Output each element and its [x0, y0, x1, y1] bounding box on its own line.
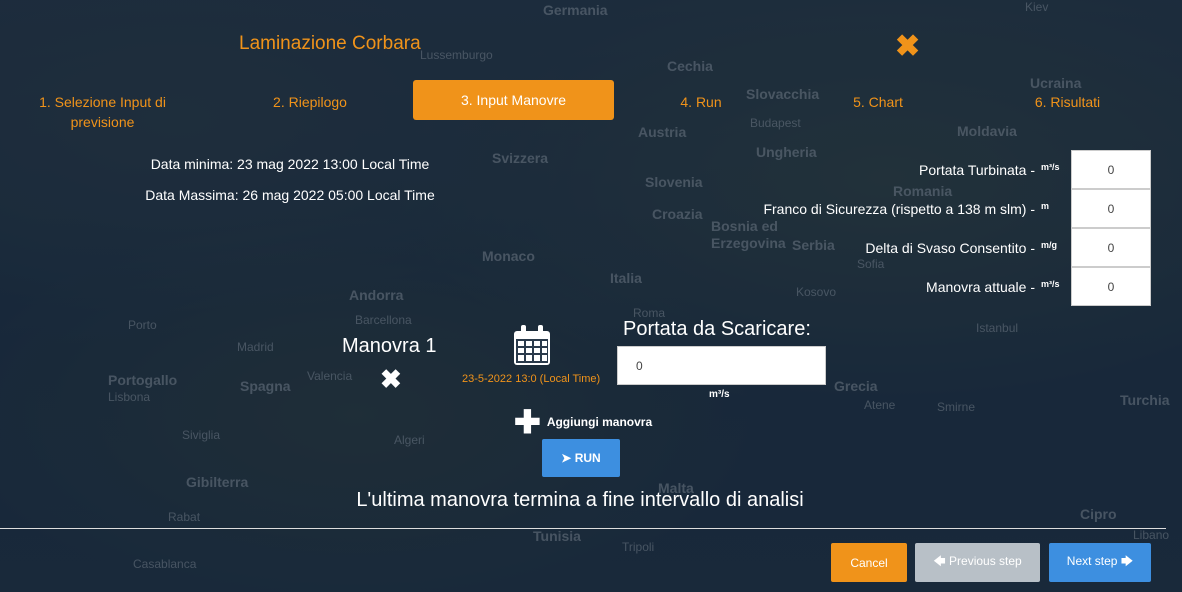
- run-button[interactable]: ➤ RUN: [542, 439, 620, 477]
- param-delta-svaso: Delta di Svaso Consentito - m/g: [731, 228, 1151, 267]
- arrow-right-icon: 🡆: [1117, 554, 1134, 568]
- data-minima: Data minima: 23 mag 2022 13:00 Local Tim…: [150, 156, 430, 172]
- step-riepilogo[interactable]: 2. Riepilogo: [255, 92, 365, 112]
- params-panel: Portata Turbinata - m³/s Franco di Sicur…: [731, 150, 1151, 306]
- divider: [0, 528, 1166, 529]
- arrow-left-icon: 🡄: [933, 554, 950, 568]
- portata-scaricare-input[interactable]: [617, 346, 826, 385]
- step-input-manovre[interactable]: 3. Input Manovre: [413, 80, 614, 120]
- remove-manovra-icon[interactable]: ✖: [380, 364, 402, 395]
- manovra-title: Manovra 1: [342, 335, 437, 357]
- param-franco-sicurezza: Franco di Sicurezza (rispetto a 138 m sl…: [731, 189, 1151, 228]
- step-risultati[interactable]: 6. Risultati: [1020, 92, 1115, 112]
- previous-step-button[interactable]: 🡄 Previous step: [915, 543, 1040, 582]
- portata-turbinata-input[interactable]: [1071, 150, 1151, 189]
- data-massima: Data Massima: 26 mag 2022 05:00 Local Ti…: [145, 187, 435, 203]
- manovra-date: 23-5-2022 13:0 (Local Time): [462, 373, 601, 385]
- manovra-attuale-input[interactable]: [1071, 267, 1151, 306]
- portata-scaricare-label: Portata da Scaricare:: [623, 318, 811, 340]
- page-title: Laminazione Corbara: [239, 33, 421, 54]
- wizard-steps: 1. Selezione Input di previsione 2. Riep…: [0, 80, 1182, 130]
- param-portata-turbinata: Portata Turbinata - m³/s: [731, 150, 1151, 189]
- param-manovra-attuale: Manovra attuale - m³/s: [731, 267, 1151, 306]
- franco-sicurezza-input[interactable]: [1071, 189, 1151, 228]
- calendar-icon[interactable]: [512, 325, 552, 367]
- close-icon[interactable]: ✖: [895, 32, 923, 62]
- plus-icon: ✚: [514, 404, 541, 440]
- delta-svaso-input[interactable]: [1071, 228, 1151, 267]
- add-manovra-button[interactable]: ✚ Aggiungi manovra: [514, 404, 652, 440]
- step-run[interactable]: 4. Run: [665, 92, 737, 112]
- cancel-button[interactable]: Cancel: [831, 543, 907, 582]
- step-chart[interactable]: 5. Chart: [838, 92, 918, 112]
- info-note: L'ultima manovra termina a fine interval…: [356, 489, 804, 511]
- step-selezione-input[interactable]: 1. Selezione Input di previsione: [30, 92, 175, 132]
- send-icon: ➤: [561, 451, 575, 465]
- portata-unit: m³/s: [709, 389, 730, 400]
- next-step-button[interactable]: Next step 🡆: [1049, 543, 1151, 582]
